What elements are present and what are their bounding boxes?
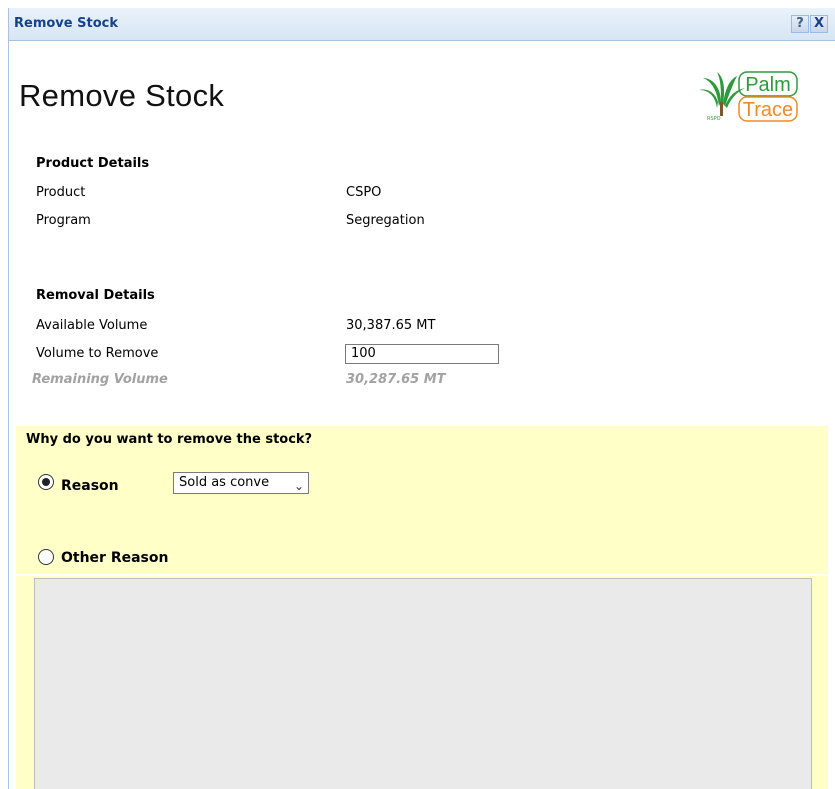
chevron-down-icon: ⌄	[293, 479, 304, 493]
removal-details-heading: Removal Details	[36, 288, 155, 303]
remaining-volume-label: Remaining Volume	[32, 372, 168, 387]
reason-select[interactable]: Sold as conve ⌄	[173, 472, 309, 494]
program-value: Segregation	[346, 213, 425, 228]
other-reason-radio-label[interactable]: Other Reason	[61, 550, 168, 566]
reason-radio[interactable]	[38, 474, 54, 490]
dialog-title: Remove Stock	[14, 16, 118, 31]
dialog-titlebar: Remove Stock ? X	[9, 8, 835, 41]
other-reason-textarea[interactable]	[34, 578, 812, 789]
reason-radio-selected-dot	[42, 478, 50, 486]
other-reason-radio[interactable]	[38, 549, 54, 565]
logo-palm-text: Palm	[745, 74, 791, 96]
palm-trace-logo: Palm Trace RSPO	[695, 66, 803, 128]
reason-radio-label[interactable]: Reason	[61, 478, 119, 494]
product-value: CSPO	[346, 185, 382, 200]
volume-to-remove-label: Volume to Remove	[36, 346, 159, 361]
remove-stock-dialog: Remove Stock ? X Remove Stock Palm Trace…	[8, 8, 835, 789]
palm-trace-logo-graphic: Palm Trace RSPO	[699, 71, 798, 122]
close-button[interactable]: X	[810, 15, 828, 33]
logo-trace-text: Trace	[743, 99, 793, 121]
program-label: Program	[36, 213, 91, 228]
help-button[interactable]: ?	[791, 15, 809, 33]
remaining-volume-value: 30,287.65 MT	[346, 372, 446, 387]
product-details-heading: Product Details	[36, 156, 150, 171]
logo-small-text: RSPO	[707, 116, 721, 122]
product-label: Product	[36, 185, 86, 200]
available-volume-label: Available Volume	[36, 318, 148, 333]
reason-question: Why do you want to remove the stock?	[26, 432, 313, 447]
reason-select-value: Sold as conve	[179, 475, 270, 490]
panel-divider	[16, 574, 828, 576]
available-volume-value: 30,387.65 MT	[346, 318, 436, 333]
page-title: Remove Stock	[19, 78, 225, 113]
volume-to-remove-input[interactable]: 100	[345, 344, 499, 364]
